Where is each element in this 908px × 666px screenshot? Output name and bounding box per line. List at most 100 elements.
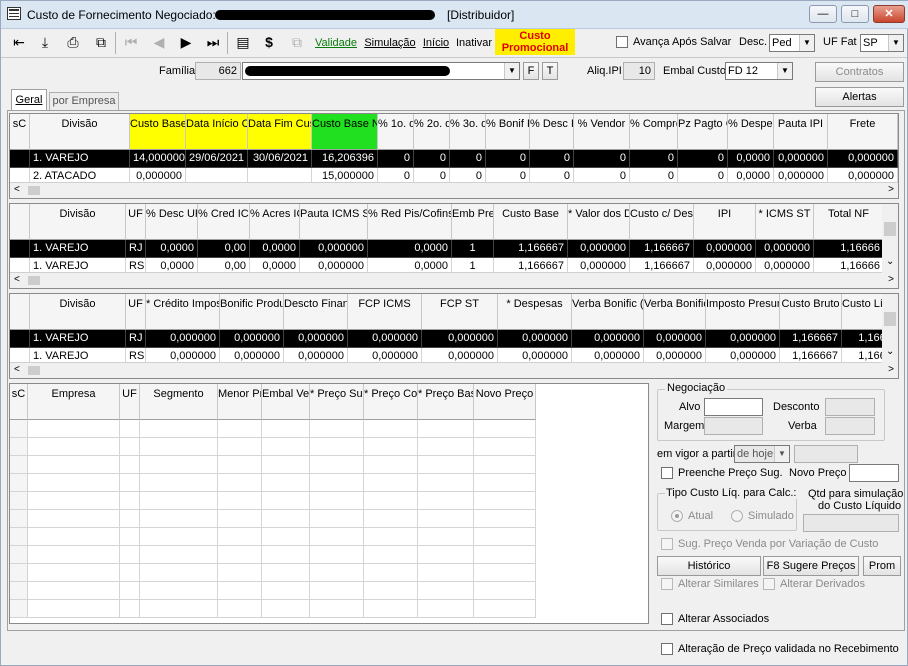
table-cell[interactable]: 1,166667 — [494, 240, 568, 258]
grid3-header[interactable]: Imposto Presumido — [706, 294, 780, 330]
sug-preco-checkbox[interactable] — [661, 538, 673, 550]
grid3-header[interactable]: Descto Financ — [284, 294, 348, 330]
grid1-header[interactable]: Data Início Custo Prom. — [186, 114, 248, 150]
alterar-similares-checkbox[interactable] — [661, 578, 673, 590]
grid1-header[interactable]: % 1o. desconto — [378, 114, 414, 150]
table-cell[interactable] — [310, 456, 364, 474]
prom-button[interactable]: Prom — [863, 556, 901, 576]
table-cell[interactable]: 0 — [574, 150, 630, 168]
grid4-header[interactable]: * Preço Concor — [364, 384, 418, 420]
table-cell[interactable]: 0 — [630, 150, 678, 168]
table-cell[interactable] — [28, 510, 120, 528]
table-cell[interactable] — [140, 582, 218, 600]
grid4-header[interactable]: UF — [120, 384, 140, 420]
table-cell[interactable] — [418, 564, 474, 582]
table-cell[interactable] — [10, 474, 28, 492]
table-cell[interactable] — [10, 150, 30, 168]
table-cell[interactable] — [474, 528, 536, 546]
grid2-header[interactable]: % Red Pis/Cofins Base ICMS — [368, 204, 452, 240]
grid3-header[interactable]: FCP ST — [422, 294, 498, 330]
preenche-preco-checkbox[interactable] — [661, 467, 673, 479]
table-cell[interactable] — [474, 420, 536, 438]
grid2-header[interactable]: IPI — [694, 204, 756, 240]
table-cell[interactable] — [120, 420, 140, 438]
table-cell[interactable] — [218, 564, 262, 582]
grid1-header[interactable]: Pz Pagto Compror — [678, 114, 728, 150]
table-cell[interactable] — [28, 546, 120, 564]
table-cell[interactable] — [140, 492, 218, 510]
table-cell[interactable] — [474, 438, 536, 456]
table-cell[interactable]: 1,166667 — [780, 330, 842, 348]
table-cell[interactable]: 1,16666 — [814, 240, 884, 258]
grid4-header[interactable]: Menor Preço — [218, 384, 262, 420]
table-cell[interactable] — [140, 438, 218, 456]
table-cell[interactable]: 0 — [378, 150, 414, 168]
grid3-header[interactable]: Verba Bonific (-) — [572, 294, 644, 330]
table-cell[interactable] — [474, 492, 536, 510]
table-cell[interactable]: 0 — [450, 150, 486, 168]
grid3-header[interactable]: Verba Bonific (+) — [644, 294, 706, 330]
grid2-header[interactable]: Custo c/ Desconto — [630, 204, 694, 240]
embal-custo-select[interactable]: FD 12 ▼ — [725, 62, 793, 80]
table-cell[interactable]: 1 — [452, 240, 494, 258]
grid2-header[interactable]: * Valor dos Descontos — [568, 204, 630, 240]
alvo-field[interactable] — [704, 398, 763, 416]
horizontal-scrollbar[interactable]: < > — [10, 272, 898, 288]
horizontal-scrollbar[interactable]: < > — [10, 182, 898, 198]
table-cell[interactable] — [418, 510, 474, 528]
scroll-down-icon[interactable]: ⌄ — [886, 346, 894, 357]
simulacao-button[interactable]: Simulação — [362, 31, 418, 55]
table-cell[interactable] — [262, 546, 310, 564]
table-cell[interactable]: 29/06/2021 — [186, 150, 248, 168]
table-cell[interactable]: 0,000000 — [422, 330, 498, 348]
table-cell[interactable] — [140, 528, 218, 546]
custo-promocional-button[interactable]: Custo Promocional — [495, 29, 575, 55]
exit-icon[interactable]: ⇤ — [7, 31, 31, 55]
table-cell[interactable] — [28, 564, 120, 582]
scrollbar-thumb[interactable] — [884, 312, 896, 326]
print-icon[interactable]: ⎙ — [61, 31, 85, 55]
last-record-icon[interactable]: ⏭ — [201, 31, 225, 55]
maximize-button[interactable]: □ — [841, 5, 869, 23]
scrollbar-thumb[interactable] — [28, 186, 40, 195]
table-cell[interactable]: 1. VAREJO — [30, 150, 130, 168]
table-cell[interactable] — [310, 492, 364, 510]
grid4-header[interactable]: Embal Venda — [262, 384, 310, 420]
table-cell[interactable] — [10, 456, 28, 474]
grid1-header[interactable]: % Desc Financ — [530, 114, 574, 150]
list-icon[interactable]: ▤ — [231, 31, 255, 55]
scroll-right-icon[interactable]: > — [888, 274, 894, 285]
novo-preco-field[interactable] — [849, 464, 899, 482]
table-cell[interactable]: 0,000000 — [572, 330, 644, 348]
close-button[interactable]: ✕ — [873, 5, 905, 23]
grid1-header[interactable]: Frete — [828, 114, 898, 150]
f8-sugere-precos-button[interactable]: F8 Sugere Preços — [763, 556, 859, 576]
grid1-header[interactable]: Custo Base — [130, 114, 186, 150]
grid1-header[interactable]: Custo Base Normal — [312, 114, 378, 150]
table-cell[interactable] — [140, 600, 218, 618]
table-cell[interactable] — [218, 438, 262, 456]
table-cell[interactable]: RJ — [126, 330, 146, 348]
inicio-button[interactable]: Início — [420, 31, 452, 55]
table-cell[interactable] — [310, 420, 364, 438]
grid2-header[interactable]: % Acres ICMSST — [250, 204, 300, 240]
table-cell[interactable] — [120, 600, 140, 618]
table-cell[interactable] — [310, 528, 364, 546]
table-cell[interactable] — [140, 564, 218, 582]
table-cell[interactable] — [262, 438, 310, 456]
table-cell[interactable] — [218, 582, 262, 600]
grid4-header[interactable]: Segmento — [140, 384, 218, 420]
table-cell[interactable]: 1. VAREJO — [30, 240, 126, 258]
scroll-right-icon[interactable]: > — [888, 364, 894, 375]
table-cell[interactable] — [218, 420, 262, 438]
copy-icon[interactable]: ⧉ — [89, 31, 113, 55]
scroll-left-icon[interactable]: < — [14, 274, 20, 285]
table-cell[interactable] — [310, 582, 364, 600]
table-cell[interactable]: 0,000000 — [498, 330, 572, 348]
table-cell[interactable] — [262, 420, 310, 438]
table-cell[interactable]: 0,000000 — [568, 240, 630, 258]
table-cell[interactable] — [364, 456, 418, 474]
grid1-header[interactable]: % Despesa — [728, 114, 774, 150]
table-cell[interactable] — [262, 528, 310, 546]
table-cell[interactable] — [140, 474, 218, 492]
